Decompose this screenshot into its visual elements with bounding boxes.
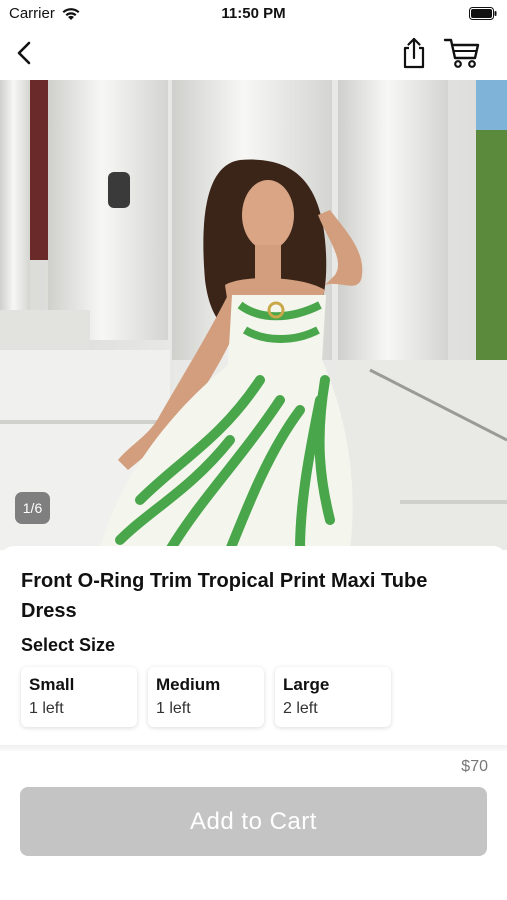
select-size-label: Select Size <box>21 635 116 655</box>
size-stock: 1 left <box>29 700 64 717</box>
add-to-cart-button[interactable]: Add to Cart <box>20 787 487 856</box>
size-name: Medium <box>156 675 221 694</box>
battery-icon <box>469 7 497 20</box>
size-name: Small <box>29 675 75 694</box>
size-option-large[interactable]: Large 2 left <box>275 667 391 727</box>
size-option-medium[interactable]: Medium 1 left <box>148 667 264 727</box>
size-stock: 1 left <box>156 700 191 717</box>
size-option-small[interactable]: Small 1 left <box>21 667 137 727</box>
size-stock: 2 left <box>283 700 318 717</box>
section-divider <box>0 745 507 751</box>
share-icon[interactable] <box>398 36 430 70</box>
product-title: Front O-Ring Trim Tropical Print Maxi Tu… <box>21 570 428 622</box>
status-bar: Carrier 11:50 PM <box>0 0 507 28</box>
chevron-left-icon[interactable] <box>10 38 40 68</box>
product-image[interactable]: 1/6 <box>0 80 507 550</box>
cart-icon[interactable] <box>443 36 481 70</box>
product-price: $70 <box>461 758 488 775</box>
image-counter-badge: 1/6 <box>15 492 50 524</box>
status-time: 11:50 PM <box>221 5 286 22</box>
size-options: Small 1 left Medium 1 left Large 2 left <box>21 667 391 727</box>
nav-bar <box>0 28 507 78</box>
product-photo <box>0 80 507 550</box>
product-details-sheet: Front O-Ring Trim Tropical Print Maxi Tu… <box>0 546 507 746</box>
size-name: Large <box>283 675 330 694</box>
